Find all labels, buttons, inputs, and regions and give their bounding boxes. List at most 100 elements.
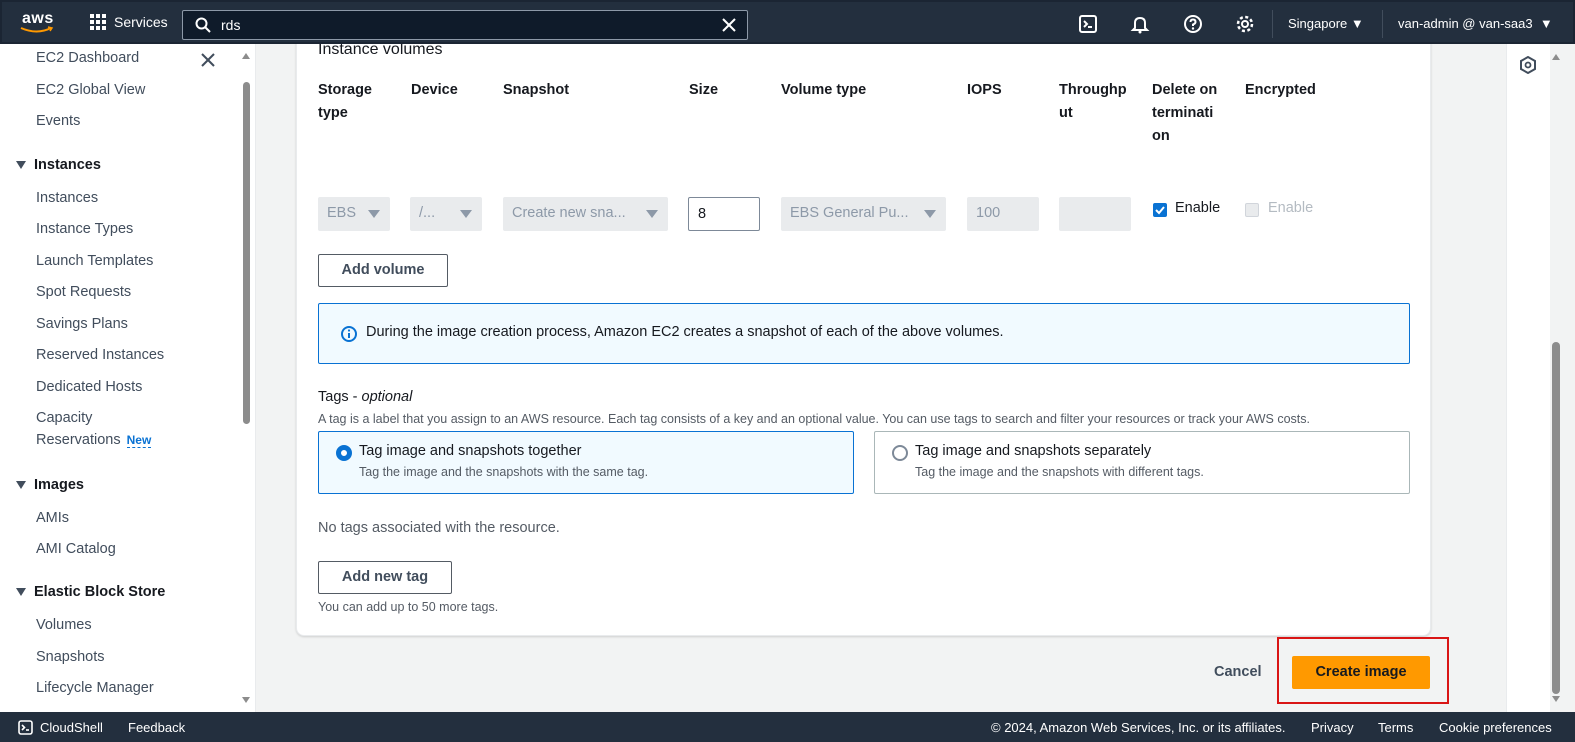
sidebar-item-volumes[interactable]: Volumes [36, 617, 92, 633]
column-header-size: Size [689, 82, 719, 98]
size-input[interactable]: 8 [688, 197, 760, 231]
sidebar-item-ec2-global-view[interactable]: EC2 Global View [36, 82, 145, 98]
clear-icon[interactable] [721, 17, 737, 33]
column-header-iops: IOPS [967, 82, 1002, 98]
encrypted-checkbox[interactable] [1245, 203, 1259, 217]
cookie-preferences-link[interactable]: Cookie preferences [1439, 720, 1552, 735]
sidebar-item-snapshots[interactable]: Snapshots [36, 649, 105, 665]
info-text: During the image creation process, Amazo… [366, 324, 1004, 340]
select-value: /... [419, 205, 436, 221]
tag-separately-option[interactable]: Tag image and snapshots separately Tag t… [874, 431, 1410, 494]
sidebar-item-spot-requests[interactable]: Spot Requests [36, 284, 131, 300]
tags-label: Tags - optional [318, 389, 413, 405]
services-label: Services [114, 14, 168, 30]
region-selector[interactable]: Singapore ▼ [1288, 16, 1364, 31]
sidebar-item-savings-plans[interactable]: Savings Plans [36, 316, 128, 332]
select-value: Create new sna... [512, 205, 626, 221]
settings-gear-icon[interactable] [1235, 14, 1255, 34]
column-header-volume-type: Volume type [781, 82, 867, 98]
scrollbar-thumb[interactable] [1552, 342, 1560, 694]
sidebar-item-dedicated-hosts[interactable]: Dedicated Hosts [36, 379, 142, 395]
tag-together-option[interactable]: Tag image and snapshots together Tag the… [318, 431, 854, 494]
search-input[interactable]: rds [182, 10, 748, 40]
aws-logo[interactable]: aws [18, 8, 58, 38]
sidebar-item-instances[interactable]: Instances [36, 190, 98, 206]
column-header-device: Device [411, 82, 458, 98]
footer: CloudShell Feedback © 2024, Amazon Web S… [0, 712, 1575, 742]
scroll-up-icon[interactable] [1550, 52, 1562, 62]
new-badge: New [126, 433, 152, 448]
notifications-bell-icon[interactable] [1130, 14, 1150, 34]
scroll-down-icon[interactable] [242, 696, 250, 704]
section-label: Images [34, 477, 84, 493]
cloudshell-icon [18, 720, 33, 735]
option-title: Tag image and snapshots together [359, 443, 582, 459]
account-menu[interactable]: van-admin @ van-saa3 ▼ [1398, 16, 1553, 31]
tags-description: A tag is a label that you assign to an A… [318, 412, 1310, 426]
sidebar-section-elastic-block-store[interactable]: Elastic Block Store [16, 584, 165, 600]
feedback-hexagon-icon[interactable] [1519, 56, 1537, 74]
scrollbar-thumb[interactable] [243, 82, 250, 424]
delete-on-termination-checkbox[interactable] [1153, 203, 1167, 217]
sidebar-scrollbar[interactable] [242, 52, 250, 708]
column-header-storage-type: Storage type [318, 82, 372, 121]
caret-down-icon [924, 210, 936, 218]
main-scrollbar[interactable] [1550, 44, 1562, 712]
image-volumes-panel: Instance volumes Storage type Device Snap… [296, 44, 1431, 636]
sidebar-item-label: Capacity [36, 410, 93, 426]
sidebar-item-ec2-dashboard[interactable]: EC2 Dashboard [36, 50, 139, 66]
add-volume-button[interactable]: Add volume [318, 254, 448, 287]
cancel-button[interactable]: Cancel [1214, 664, 1262, 680]
services-menu[interactable]: Services [90, 14, 168, 30]
nav-divider [1382, 10, 1383, 38]
column-header-delete-on-termination: Delete on terminati on [1152, 82, 1218, 144]
sidebar-item-events[interactable]: Events [36, 113, 80, 129]
add-new-tag-button[interactable]: Add new tag [318, 561, 452, 594]
caret-down-icon: ▼ [1350, 16, 1364, 31]
volume-type-select[interactable]: EBS General Pu... [781, 197, 946, 231]
throughput-input[interactable] [1059, 197, 1131, 231]
option-description: Tag the image and the snapshots with dif… [915, 465, 1204, 479]
option-description: Tag the image and the snapshots with the… [359, 465, 649, 479]
sidebar-section-instances[interactable]: Instances [16, 157, 101, 173]
sidebar-section-images[interactable]: Images [16, 477, 84, 493]
sidebar-item-label: Reservations [36, 432, 121, 448]
storage-type-select[interactable]: EBS [318, 197, 390, 231]
section-label: Instances [34, 157, 101, 173]
sidebar-item-reserved-instances[interactable]: Reserved Instances [36, 347, 164, 363]
caret-down-icon [646, 210, 658, 218]
feedback-link[interactable]: Feedback [128, 720, 185, 735]
column-header-throughput: Throughp ut [1059, 82, 1127, 121]
no-tags-message: No tags associated with the resource. [318, 520, 560, 536]
scroll-down-icon[interactable] [1550, 694, 1562, 704]
snapshot-select[interactable]: Create new sna... [503, 197, 668, 231]
sidebar-item-launch-templates[interactable]: Launch Templates [36, 253, 153, 269]
cloudshell-link[interactable]: CloudShell [40, 720, 103, 735]
privacy-link[interactable]: Privacy [1311, 720, 1354, 735]
sidebar-item-amis[interactable]: AMIs [36, 510, 69, 526]
terms-link[interactable]: Terms [1378, 720, 1413, 735]
help-icon[interactable] [1183, 14, 1203, 34]
radio-selected[interactable] [336, 445, 352, 461]
caret-down-icon [16, 588, 26, 596]
tags-limit-hint: You can add up to 50 more tags. [318, 600, 499, 614]
sidebar-item-lifecycle-manager[interactable]: Lifecycle Manager [36, 680, 154, 696]
region-label: Singapore [1288, 16, 1348, 31]
scroll-up-icon[interactable] [242, 52, 250, 60]
sidebar-item-instance-types[interactable]: Instance Types [36, 221, 133, 237]
caret-down-icon [16, 481, 26, 489]
info-icon [341, 326, 357, 342]
column-header-encrypted: Encrypted [1245, 82, 1316, 98]
nav-divider [1272, 10, 1273, 38]
radio-unselected[interactable] [892, 445, 908, 461]
sidebar-item-ami-catalog[interactable]: AMI Catalog [36, 541, 116, 557]
section-title: Instance volumes [318, 44, 443, 58]
sidebar-item-capacity-reservations[interactable]: Capacity Reservations New [36, 410, 152, 448]
caret-down-icon: ▼ [1539, 16, 1553, 31]
grid-icon [90, 14, 106, 30]
close-icon[interactable] [200, 52, 216, 68]
cloudshell-icon[interactable] [1078, 14, 1098, 34]
top-navigation: aws Services rds Singapore ▼ van-admin @… [0, 0, 1575, 44]
device-select[interactable]: /... [410, 197, 482, 231]
iops-input[interactable]: 100 [967, 197, 1039, 231]
